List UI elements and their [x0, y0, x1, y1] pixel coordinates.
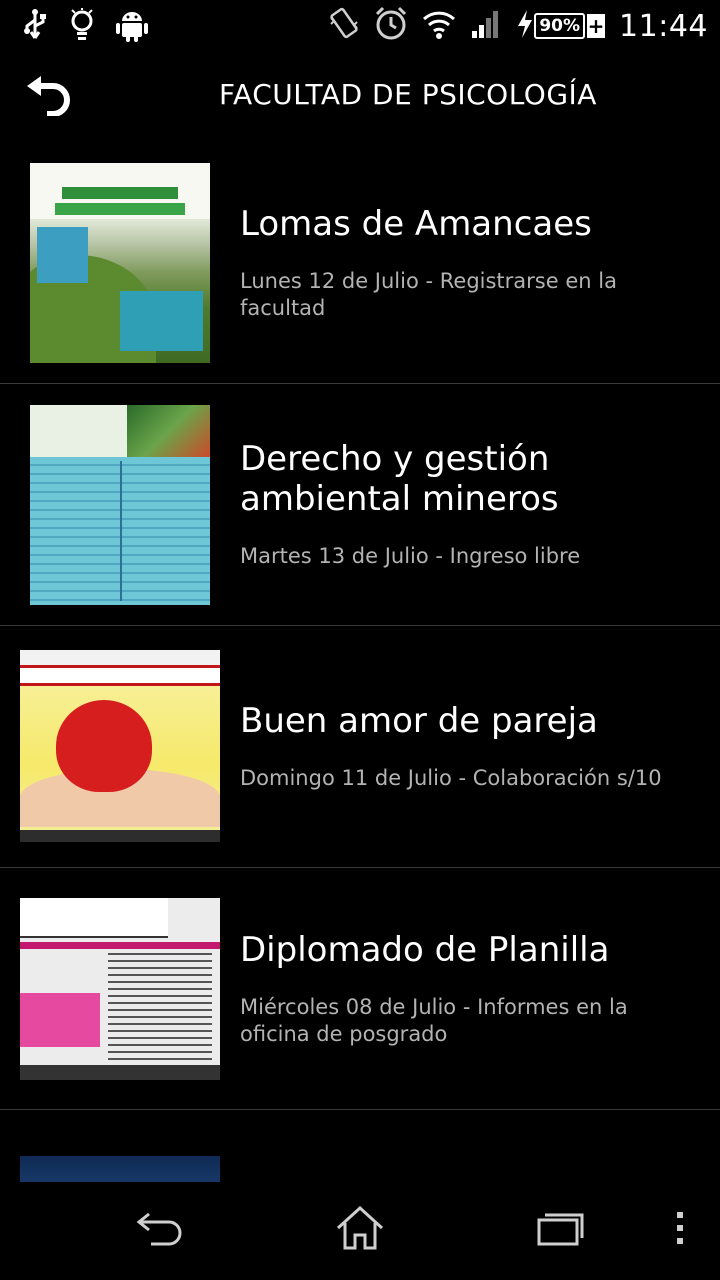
- nav-recent-apps-button[interactable]: [530, 1204, 590, 1256]
- heart-image: [56, 699, 152, 793]
- system-nav-bar: [0, 1182, 720, 1280]
- status-left-icons: [22, 8, 148, 46]
- battery-indicator: 90% +: [516, 9, 606, 43]
- battery-percent: 90%: [539, 16, 581, 36]
- back-button[interactable]: [20, 68, 80, 120]
- event-thumbnail: [20, 898, 220, 1080]
- android-icon: [116, 8, 148, 46]
- list-item-partial[interactable]: [0, 1110, 720, 1182]
- event-subtitle: Miércoles 08 de Julio - Informes en la o…: [240, 994, 628, 1046]
- event-text: Lomas de Amancaes Lunes 12 de Julio - Re…: [240, 142, 700, 383]
- app-header: FACULTAD DE PSICOLOGÍA: [0, 52, 720, 136]
- event-title: Diplomado de Planilla: [240, 929, 610, 970]
- list-item-diplomado-de-planilla[interactable]: Diplomado de Planilla Miércoles 08 de Ju…: [0, 868, 720, 1110]
- event-text: Derecho y gestión ambiental mineros Mart…: [240, 384, 700, 625]
- event-thumbnail: [30, 405, 210, 605]
- signal-icon: [470, 9, 502, 43]
- list-item-derecho-gestion-ambiental[interactable]: Derecho y gestión ambiental mineros Mart…: [0, 384, 720, 626]
- status-right-icons: 90% + 11:44: [328, 6, 708, 46]
- clock-time: 11:44: [619, 8, 708, 44]
- nav-back-button[interactable]: [130, 1204, 190, 1256]
- list-item-buen-amor-de-pareja[interactable]: Buen amor de pareja Domingo 11 de Julio …: [0, 626, 720, 868]
- vibrate-icon: [328, 6, 360, 46]
- bulb-icon: [70, 8, 94, 46]
- nav-menu-button[interactable]: [650, 1204, 710, 1256]
- battery-charge-plus: +: [587, 14, 606, 38]
- event-subtitle: Martes 13 de Julio - Ingreso libre: [240, 544, 581, 568]
- event-text: Buen amor de pareja Domingo 11 de Julio …: [240, 626, 700, 867]
- event-title: Derecho y gestión ambiental mineros: [240, 439, 559, 519]
- event-thumbnail: [20, 1156, 220, 1182]
- back-arrow-icon: [23, 68, 77, 120]
- event-title: Lomas de Amancaes: [240, 203, 592, 244]
- page-title: FACULTAD DE PSICOLOGÍA: [219, 77, 597, 111]
- battery-icon: 90%: [534, 13, 586, 39]
- event-subtitle: Domingo 11 de Julio - Colaboración s/10: [240, 766, 662, 790]
- event-list[interactable]: Lomas de Amancaes Lunes 12 de Julio - Re…: [0, 142, 720, 1182]
- usb-icon: [22, 8, 48, 46]
- event-title: Buen amor de pareja: [240, 701, 598, 741]
- nav-home-button[interactable]: [330, 1204, 390, 1256]
- status-bar: 90% + 11:44: [0, 0, 720, 52]
- event-text: Diplomado de Planilla Miércoles 08 de Ju…: [240, 868, 700, 1109]
- event-subtitle: Lunes 12 de Julio - Registrarse en la fa…: [240, 268, 617, 320]
- event-thumbnail: [30, 163, 210, 363]
- menu-icon: [674, 1210, 686, 1250]
- recent-apps-icon: [535, 1208, 585, 1252]
- wifi-icon: [422, 9, 456, 43]
- list-item-lomas-de-amancaes[interactable]: Lomas de Amancaes Lunes 12 de Julio - Re…: [0, 142, 720, 384]
- back-icon: [135, 1208, 185, 1252]
- home-icon: [335, 1205, 385, 1255]
- alarm-clock-icon: [374, 6, 408, 46]
- event-thumbnail: [20, 650, 220, 842]
- charging-bolt-icon: [516, 9, 534, 43]
